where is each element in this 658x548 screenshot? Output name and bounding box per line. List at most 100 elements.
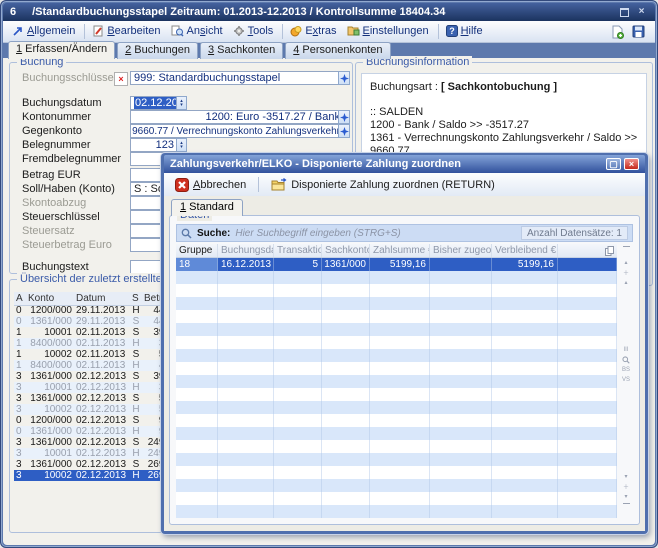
cell-datum: 02.11.2013 — [74, 360, 130, 371]
scroll-page-down-icon[interactable]: ＋ — [619, 481, 633, 491]
cell-a: 0 — [14, 305, 26, 316]
empty-row[interactable] — [176, 440, 617, 453]
empty-cell — [430, 427, 492, 440]
restore-button[interactable] — [618, 7, 631, 18]
empty-row[interactable] — [176, 414, 617, 427]
menu-item-bearbeiten[interactable]: Bearbeiten — [88, 24, 166, 39]
tab-personenkonten[interactable]: 4 Personenkonten — [285, 42, 390, 59]
empty-cell — [492, 466, 558, 479]
menu-item-tools[interactable]: Tools — [229, 24, 280, 39]
empty-row[interactable] — [176, 284, 617, 297]
empty-row[interactable] — [176, 362, 617, 375]
empty-cell — [176, 362, 218, 375]
column-header-verbleibend: Verbleibend € — [492, 244, 558, 257]
extras-icon — [290, 25, 302, 37]
save-button[interactable] — [632, 25, 645, 38]
empty-cell — [322, 492, 370, 505]
empty-cell — [322, 284, 370, 297]
empty-cell — [176, 349, 218, 362]
empty-cell — [218, 375, 274, 388]
cell-zahlsumme: 5199,16 — [370, 258, 430, 271]
buchungsdatum-spinner[interactable]: ▴▾ — [176, 96, 187, 110]
empty-cell — [558, 479, 617, 492]
empty-cell — [430, 336, 492, 349]
cell-a: 3 — [14, 371, 26, 382]
tab-sachkonten[interactable]: 3 Sachkonten — [200, 42, 283, 59]
new-document-button[interactable] — [611, 25, 624, 39]
dialog-titlebar: Zahlungsverkehr/ELKO - Disponierte Zahlu… — [164, 155, 645, 173]
kontonummer-dropdown-button[interactable] — [338, 110, 350, 124]
assign-payment-button[interactable]: Disponierte Zahlung zuordnen (RETURN) — [266, 176, 500, 193]
dialog-tab-standard[interactable]: 1 Standard — [171, 199, 243, 216]
empty-cell — [430, 492, 492, 505]
empty-cell — [274, 440, 322, 453]
kontonummer-combobox[interactable]: 1200: Euro -3517.27 / Bank — [130, 110, 344, 124]
buchungsdatum-input[interactable]: 02.12.2013 — [130, 96, 178, 110]
empty-row[interactable] — [176, 310, 617, 323]
empty-row[interactable] — [176, 427, 617, 440]
menu-item-allgemein[interactable]: Allgemein — [8, 24, 81, 39]
menu-item-hilfe[interactable]: ? Hilfe — [442, 24, 489, 39]
empty-cell — [370, 297, 430, 310]
buchungsschluessel-combobox[interactable]: 999: Standardbuchungsstapel — [130, 71, 344, 85]
empty-cell — [176, 323, 218, 336]
search-rows-icon[interactable] — [619, 355, 633, 365]
gegenkonto-combobox[interactable]: 1361: Euro 9660.77 / Verrechnungskonto Z… — [130, 124, 344, 138]
empty-row[interactable] — [176, 401, 617, 414]
empty-cell — [274, 323, 322, 336]
search-bar[interactable]: Suche: Hier Suchbegriff eingeben (STRG+S… — [176, 224, 633, 242]
scroll-row-down-icon[interactable]: ▾ — [619, 471, 633, 481]
empty-row[interactable] — [176, 479, 617, 492]
steuerbetrag-euro-label: Steuerbetrag Euro — [22, 239, 112, 251]
scroll-to-top-icon[interactable] — [623, 246, 630, 257]
tab-buchungen[interactable]: 2 Buchungen — [117, 42, 198, 59]
dialog-close-button[interactable]: × — [624, 158, 639, 170]
empty-row[interactable] — [176, 323, 617, 336]
empty-cell — [370, 427, 430, 440]
menu-item-extras[interactable]: Extras — [286, 24, 342, 39]
empty-cell — [322, 349, 370, 362]
buchungstext-label: Buchungstext — [22, 261, 89, 273]
empty-row[interactable] — [176, 349, 617, 362]
cancel-button[interactable]: Abbrechen — [170, 176, 251, 194]
empty-cell — [274, 284, 322, 297]
restore-icon — [620, 8, 629, 17]
scroll-page-up-icon[interactable]: ＋ — [619, 267, 633, 277]
empty-cell — [558, 323, 617, 336]
empty-row[interactable] — [176, 453, 617, 466]
buchungsschluessel-dropdown-button[interactable] — [338, 71, 350, 85]
cell-datum: 02.11.2013 — [74, 349, 130, 360]
menu-item-ansicht[interactable]: Ansicht — [167, 24, 229, 39]
empty-cell — [274, 427, 322, 440]
empty-row[interactable] — [176, 505, 617, 518]
column-options-icon[interactable]: III — [619, 345, 633, 355]
copy-grid-button[interactable] — [558, 244, 617, 257]
arrow-up-right-icon — [12, 25, 24, 37]
empty-row[interactable] — [176, 388, 617, 401]
main-titlebar: 6 /Standardbuchungsstapel Zeitraum: 01.2… — [3, 3, 655, 21]
empty-row[interactable] — [176, 492, 617, 505]
scroll-to-top-icon[interactable]: ▴ — [619, 257, 633, 267]
menu-item-einstellungen[interactable]: Einstellungen — [343, 24, 435, 39]
empty-row[interactable] — [176, 375, 617, 388]
scroll-row-up-icon[interactable]: ▴ — [619, 277, 633, 287]
belegnummer-input[interactable]: 123 — [130, 138, 178, 152]
close-button[interactable]: × — [635, 7, 648, 18]
empty-row[interactable] — [176, 336, 617, 349]
empty-row[interactable] — [176, 297, 617, 310]
bs-view-icon[interactable]: BS — [619, 365, 633, 375]
tab-erfassen-aendern[interactable]: 1 Erfassen/Ändern — [8, 41, 115, 59]
scroll-to-bottom-icon[interactable]: ▾ — [619, 491, 633, 501]
empty-cell — [176, 414, 218, 427]
cell-s: H — [130, 360, 142, 371]
clear-buchungsschluessel-button[interactable]: × — [114, 72, 128, 86]
empty-row[interactable] — [176, 271, 617, 284]
selected-payment-row[interactable]: 18 16.12.2013 /Mo 5 1361/000 5199,16 519… — [176, 258, 617, 271]
gegenkonto-dropdown-button[interactable] — [338, 124, 350, 138]
cell-gruppe: 18 — [176, 258, 218, 271]
scroll-to-bottom-icon[interactable] — [623, 503, 630, 514]
empty-row[interactable] — [176, 466, 617, 479]
dialog-restore-button[interactable]: ▢ — [606, 158, 621, 170]
belegnummer-spinner[interactable]: ▴▾ — [176, 138, 187, 152]
vs-view-icon[interactable]: VS — [619, 375, 633, 385]
